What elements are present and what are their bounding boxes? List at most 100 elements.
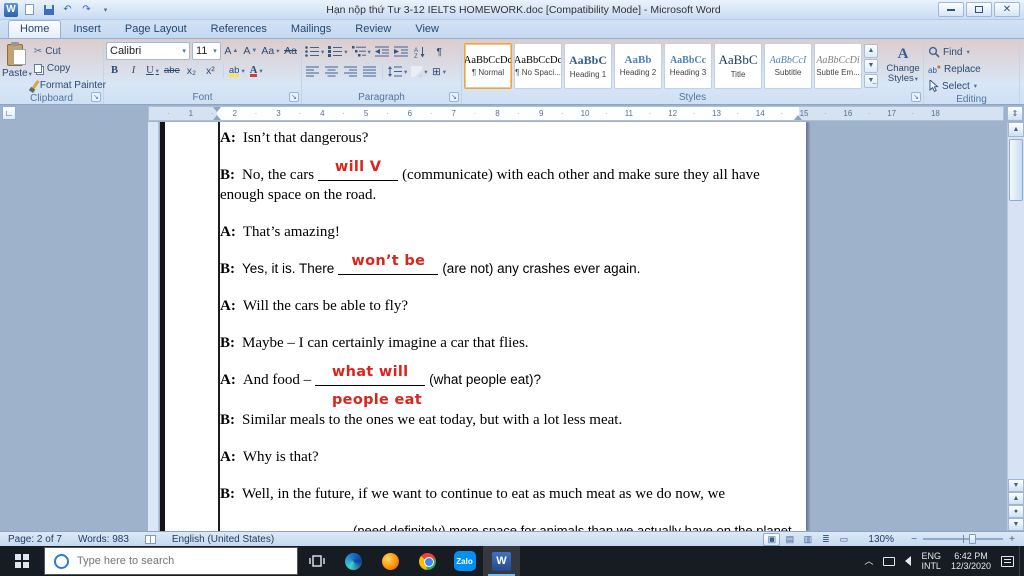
fill-in-blank[interactable]: what will	[315, 364, 426, 386]
subscript-button[interactable]: x₂	[183, 62, 200, 79]
word-taskbar-button[interactable]: W	[483, 546, 520, 576]
display-tray-icon[interactable]	[878, 546, 900, 576]
align-right-button[interactable]	[342, 63, 359, 80]
language-indicator[interactable]: English (United States)	[172, 534, 274, 545]
font-size-combobox[interactable]: 11 ▾	[191, 42, 221, 60]
vertical-scrollbar[interactable]: ▲ ▼ ▲ ● ▼	[1007, 122, 1024, 531]
action-center-button[interactable]	[996, 546, 1019, 576]
tab-stop-selector[interactable]: ∟	[2, 106, 16, 120]
gallery-scroll-down-button[interactable]: ▼	[864, 58, 878, 73]
fullscreen-view-button[interactable]: ▤	[781, 533, 798, 546]
style-chip[interactable]: AaBbCc Heading 3	[664, 42, 712, 89]
word-count[interactable]: Words: 983	[78, 534, 129, 545]
find-button[interactable]: Find	[926, 44, 1017, 60]
zoom-slider-track[interactable]	[923, 534, 1003, 544]
zoom-in-button[interactable]: +	[1008, 534, 1016, 545]
style-chip[interactable]: AaBbCcDi Subtle Em...	[814, 42, 862, 89]
scroll-down-button[interactable]: ▼	[1008, 479, 1024, 492]
language-switcher[interactable]: ENG INTL	[916, 546, 946, 576]
horizontal-ruler[interactable]: 123456789101112131415161718	[148, 106, 1004, 121]
vertical-ruler[interactable]	[148, 122, 159, 531]
text-highlight-button[interactable]: ab	[228, 62, 246, 79]
show-desktop-button[interactable]	[1019, 546, 1024, 576]
justify-button[interactable]	[361, 63, 378, 80]
strikethrough-button[interactable]: abe	[163, 62, 181, 79]
start-button[interactable]	[0, 546, 44, 576]
replace-button[interactable]: ab Replace	[926, 61, 1017, 77]
gallery-more-button[interactable]: ▼̲	[864, 73, 878, 88]
firefox-taskbar-button[interactable]	[372, 546, 409, 576]
page-indicator[interactable]: Page: 2 of 7	[8, 534, 62, 545]
fill-in-blank[interactable]	[224, 522, 349, 531]
font-name-combobox[interactable]: Calibri ▾	[106, 42, 190, 60]
style-chip[interactable]: AaBbCcI Subtitle	[764, 42, 812, 89]
format-painter-button[interactable]: Format Painter	[31, 77, 108, 93]
style-chip[interactable]: AaBbC Heading 1	[564, 42, 612, 89]
zoom-level[interactable]: 130%	[868, 534, 894, 545]
search-input[interactable]	[77, 555, 257, 567]
dialogue-line[interactable]: A: Why is that?	[220, 447, 840, 467]
dialogue-line[interactable]: A: Isn’t that dangerous?	[220, 128, 840, 148]
draft-view-button[interactable]: ▭	[835, 533, 852, 546]
edge-taskbar-button[interactable]	[335, 546, 372, 576]
select-button[interactable]: Select	[926, 78, 1017, 94]
clipboard-dialog-launcher[interactable]: ↘	[91, 92, 101, 102]
align-left-button[interactable]	[304, 63, 321, 80]
dialogue-line[interactable]: (need definitely) more space for animals…	[220, 521, 840, 531]
paragraph-dialog-launcher[interactable]: ↘	[449, 92, 459, 102]
restore-button[interactable]	[966, 2, 992, 17]
change-styles-button[interactable]: A Change Styles	[880, 46, 926, 85]
close-button[interactable]: ✕	[994, 2, 1020, 17]
align-center-button[interactable]	[323, 63, 340, 80]
document-canvas[interactable]: A: Isn’t that dangerous? B: No, the cars wi…	[0, 122, 1024, 531]
cut-button[interactable]: ✂ Cut	[32, 43, 108, 59]
dialogue-line[interactable]: B: Similar meals to the ones we eat today…	[220, 410, 840, 430]
numbering-button[interactable]	[327, 43, 348, 60]
clear-formatting-button[interactable]: Aa	[282, 43, 299, 60]
clock[interactable]: 6:42 PM 12/3/2020	[946, 546, 996, 576]
superscript-button[interactable]: x²	[202, 62, 219, 79]
task-view-button[interactable]	[298, 546, 335, 576]
borders-button[interactable]: ⊞	[431, 63, 448, 80]
document-page[interactable]: A: Isn’t that dangerous? B: No, the cars wi…	[160, 122, 806, 531]
ribbon-tab[interactable]: Insert	[61, 20, 113, 38]
web-layout-view-button[interactable]: ▥	[799, 533, 816, 546]
document-text[interactable]: A: Isn’t that dangerous? B: No, the cars wi…	[220, 128, 840, 531]
zoom-slider-thumb[interactable]	[969, 534, 977, 544]
next-page-button[interactable]: ▼	[1008, 518, 1024, 531]
tray-expand-button[interactable]: ︿	[859, 546, 878, 576]
hanging-indent-marker[interactable]	[213, 115, 221, 120]
multilevel-list-button[interactable]	[351, 43, 372, 60]
ribbon-tab[interactable]: Mailings	[279, 20, 343, 38]
qat-customize-button[interactable]: ▾	[98, 3, 113, 17]
select-browse-object-button[interactable]: ●	[1008, 505, 1024, 518]
save-button[interactable]	[41, 3, 56, 17]
dialogue-line[interactable]: B: Yes, it is. There won’t be (are not) any…	[220, 253, 840, 279]
ribbon-tab[interactable]: Home	[8, 20, 62, 38]
show-formatting-marks-button[interactable]: ¶	[431, 43, 448, 60]
font-dialog-launcher[interactable]: ↘	[289, 92, 299, 102]
scrollbar-thumb[interactable]	[1009, 139, 1023, 201]
dialogue-line[interactable]: B: Well, in the future, if we want to con…	[220, 484, 840, 504]
style-chip[interactable]: AaBbCcDc ¶ No Spaci...	[514, 42, 562, 89]
grow-font-button[interactable]: A ▲	[223, 43, 240, 60]
font-color-button[interactable]: A	[248, 62, 265, 79]
chrome-taskbar-button[interactable]	[409, 546, 446, 576]
style-chip[interactable]: AaBb Heading 2	[614, 42, 662, 89]
ribbon-tab[interactable]: Page Layout	[113, 20, 199, 38]
redo-button[interactable]: ↷	[79, 3, 94, 17]
volume-tray-icon[interactable]	[900, 546, 916, 576]
dialogue-line[interactable]: B: No, the cars will V (communicate) with e…	[220, 159, 840, 205]
dialogue-line[interactable]: B: Maybe – I can certainly imagine a car …	[220, 333, 840, 353]
word-app-icon[interactable]: W	[4, 2, 18, 17]
new-document-button[interactable]	[22, 3, 37, 17]
dialogue-line[interactable]: A: And food – what will (what people eat)? …	[220, 364, 840, 410]
decrease-indent-button[interactable]	[374, 43, 391, 60]
line-spacing-button[interactable]	[387, 63, 408, 80]
styles-dialog-launcher[interactable]: ↘	[911, 92, 921, 102]
first-line-indent-marker[interactable]	[213, 107, 221, 112]
ribbon-tab[interactable]: Review	[343, 20, 403, 38]
scroll-up-button[interactable]: ▲	[1008, 122, 1024, 137]
bullets-button[interactable]	[304, 43, 325, 60]
shading-button[interactable]	[410, 63, 428, 80]
